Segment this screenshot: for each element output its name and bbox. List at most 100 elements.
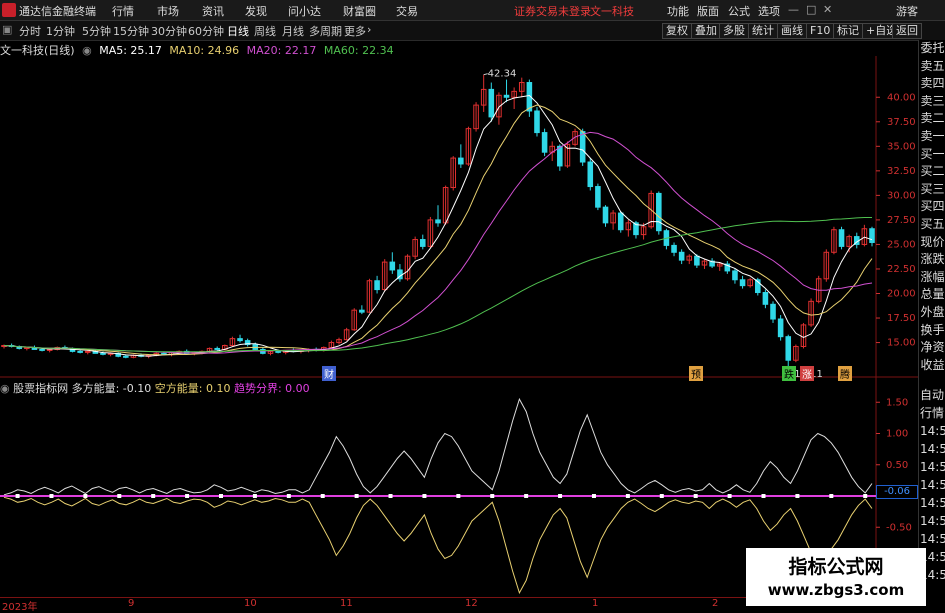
x-tick: 1 [592,598,599,609]
panel-item[interactable]: 买二 [919,163,945,181]
divider-dot [185,494,190,498]
candle-body [656,192,662,232]
panel-item[interactable]: 外盘 [919,304,945,322]
panel-item: 14:50 [920,514,945,528]
panel-item[interactable]: 买五 [919,216,945,234]
candle-body [770,303,776,320]
x-tick: 11 [340,598,353,609]
panel-item[interactable]: 卖五 [919,58,945,76]
candle-body [77,350,83,353]
indicator-name: 股票指标网 [13,382,69,395]
candle-body [869,228,875,243]
divider-dot [524,494,529,498]
candle-body [595,186,601,208]
y-tick-label: 32.50 [887,166,916,177]
panel-item: 14:50 [920,460,945,474]
candle-body [587,161,594,188]
kline-chart[interactable]: 15.00 17.50 20.00 22.50 25.00 27.50 30.00 32.50… [0,0,918,609]
panel-item[interactable]: 涨跌 [919,251,945,269]
ma-line-ma10 [3,104,873,356]
panel-item[interactable]: 净资 [919,339,945,357]
candle-body [671,244,677,253]
candle-body [762,292,769,305]
event-drop[interactable]: 跌 [782,366,796,381]
panel-item[interactable]: 收益 [919,357,945,375]
y-tick-label: 25.00 [887,239,916,250]
panel-item[interactable]: 买四 [919,198,945,216]
candle-body [161,352,167,355]
event-rise[interactable]: 涨 [800,366,814,381]
panel-item[interactable]: 买一 [919,146,945,164]
candle-body [435,219,441,224]
x-tick: 2023年 [2,602,38,613]
divider-dot [354,494,359,498]
divider-dot [490,494,495,498]
candle-body [503,94,510,98]
candle-body [557,145,563,167]
y-tick-label: 17.50 [887,313,916,324]
divider-dot [49,494,54,498]
divider-dot [558,494,563,498]
panel-item[interactable]: 现价 [919,234,945,252]
panel-item: 14:50 [920,496,945,510]
candle-body [579,131,586,163]
panel-item[interactable]: 换手 [919,322,945,340]
panel-item: 14:50 [920,442,945,456]
event-finance[interactable]: 财 [322,366,336,381]
divider-dot [727,494,732,498]
candle-body [488,88,495,118]
bull-energy-label: 多方能量: -0.10 [71,382,152,395]
candle-body [24,346,30,349]
divider-dot [117,494,122,498]
divider-dot [456,494,461,498]
panel-item[interactable]: 委托 [919,40,945,58]
divider-dot [693,494,698,498]
x-tick: 2 [712,598,719,609]
y-tick-label: 1.50 [886,397,908,408]
y-tick-label: 20.00 [887,289,916,300]
bear-energy-label: 空方能量: 0.10 [154,382,231,395]
candle-body [389,261,396,271]
y-tick-label: 15.00 [887,338,916,349]
order-book-panel: 委托 卖五 卖四 卖三 卖二 卖一 买一 买二 买三 买四 买五 现价 涨跌 涨… [918,40,945,386]
y-tick-label: 1.00 [886,429,908,440]
candle-body [541,132,548,153]
divider-dot [219,494,223,498]
indicator-axis: 1.501.000.500.00-0.50-1.00 [876,397,912,565]
indicator-settings-icon[interactable]: ◉ [0,382,10,395]
event-forecast[interactable]: 预 [689,366,703,381]
candle-body [694,255,700,266]
event-tech[interactable]: 腾 [838,366,852,381]
y-tick-label: -0.50 [886,522,912,533]
candles [1,73,875,375]
divider-dot [422,494,427,498]
candle-body [678,251,685,261]
panel-item[interactable]: 卖四 [919,75,945,93]
panel-item[interactable]: 卖三 [919,93,945,111]
panel-item: 14:50 [920,532,945,546]
candle-body [39,348,45,351]
x-tick: 9 [128,598,135,609]
panel-item[interactable]: 总量 [919,286,945,304]
divider-dot [591,494,596,498]
candle-body [617,212,624,231]
candle-body [602,206,609,224]
candle-body [100,352,106,355]
panel-item[interactable]: 行情 [919,404,945,422]
divider-dot [252,494,257,498]
divider-dot [388,494,393,498]
candle-body [732,270,738,281]
panel-item: 14:50 [920,478,945,492]
bear-energy-line [3,496,873,595]
panel-item[interactable]: 卖二 [919,110,945,128]
divider-dot [151,494,156,498]
panel-item[interactable]: 涨幅 [919,269,945,287]
candle-body [458,157,464,165]
panel-item[interactable]: 自动 [919,386,945,404]
divider-dot [829,494,834,498]
y-tick-label: 30.00 [887,190,916,201]
candle-body [359,309,365,313]
panel-item[interactable]: 买三 [919,181,945,199]
energy-indicator [0,397,876,595]
panel-item[interactable]: 卖一 [919,128,945,146]
